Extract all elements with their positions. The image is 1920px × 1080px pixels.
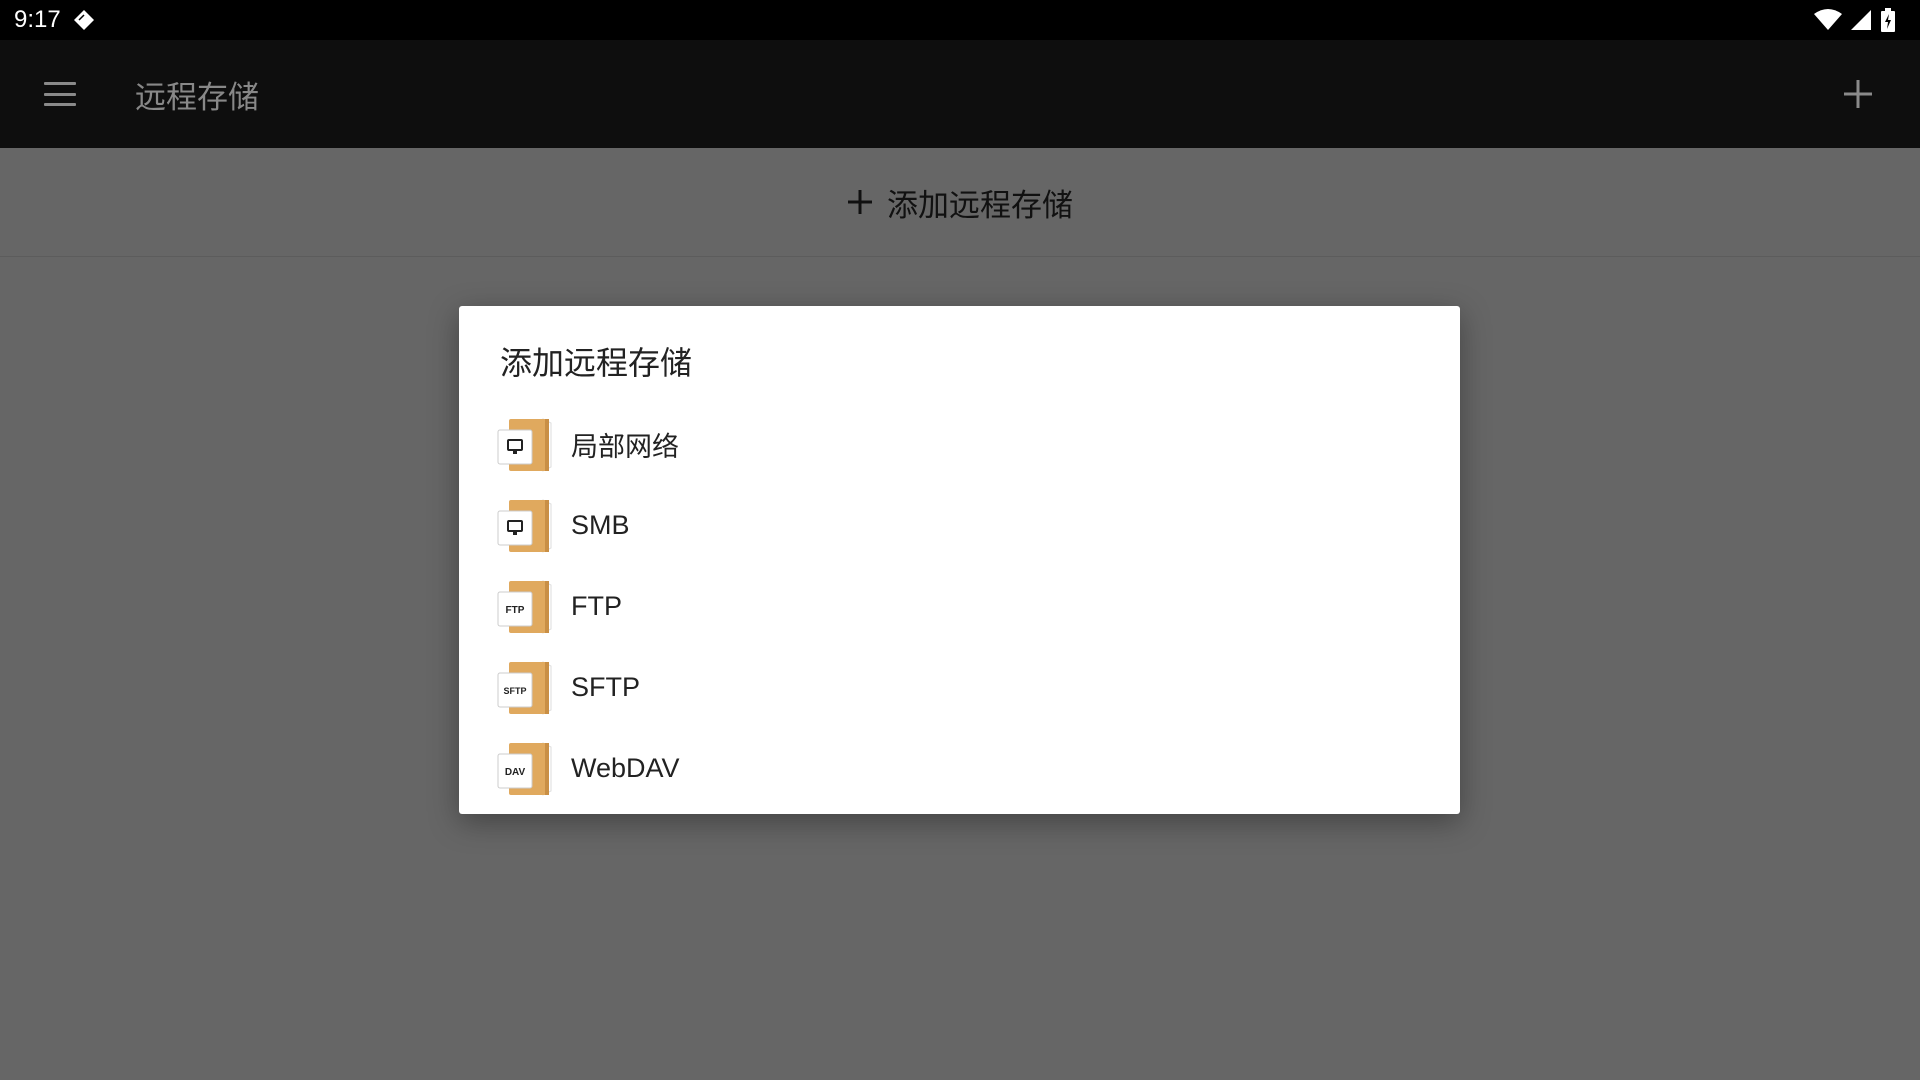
add-remote-storage-button[interactable]: 添加远程存储 [0,148,1920,257]
folder-monitor-icon [497,498,552,553]
option-label: WebDAV [571,753,680,783]
option-sftp[interactable]: SFTP SFTP [459,647,1460,728]
option-label: SFTP [571,672,641,702]
folder-sftp-icon: SFTP [497,660,552,715]
option-local-network[interactable]: 局部网络 [459,404,1460,485]
folder-dav-icon: DAV [497,741,552,796]
menu-icon-line [44,92,76,96]
option-label: 局部网络 [571,432,679,463]
screen: 9:17 远程存储 添加远程存储 添加远程存储 局部网络 SMB FTP FTP… [0,0,1920,1080]
option-webdav[interactable]: DAV WebDAV [459,728,1460,809]
battery-icon [1881,8,1895,32]
menu-icon-line [44,103,76,106]
add-icon-button[interactable] [1838,74,1878,114]
badge-text: FTP [506,605,525,616]
status-left: 9:17 [14,6,95,34]
menu-icon [44,82,76,85]
storage-type-list: 局部网络 SMB FTP FTP SFTP SFTP DAV WebDAV [459,404,1460,809]
badge-text: SFTP [503,686,526,696]
badge-text: DAV [505,767,526,778]
add-remote-storage-dialog: 添加远程存储 局部网络 SMB FTP FTP SFTP SFTP DAV We… [459,306,1460,814]
plus-icon [848,190,872,214]
folder-monitor-icon [497,417,552,472]
dialog-title: 添加远程存储 [500,344,693,382]
wifi-icon [1814,9,1842,30]
notification-icon [73,10,94,30]
add-remote-storage-label: 添加远程存储 [887,187,1073,224]
status-right [1814,8,1896,32]
menu-button[interactable] [40,78,80,110]
option-label: SMB [571,510,630,540]
option-ftp[interactable]: FTP FTP [459,566,1460,647]
option-smb[interactable]: SMB [459,485,1460,566]
app-title: 远程存储 [135,80,259,116]
option-label: FTP [571,591,622,621]
folder-ftp-icon: FTP [497,579,552,634]
status-time: 9:17 [14,6,61,33]
app-bar: 远程存储 [0,40,1920,148]
signal-icon [1851,10,1871,30]
status-bar: 9:17 [0,0,1920,40]
